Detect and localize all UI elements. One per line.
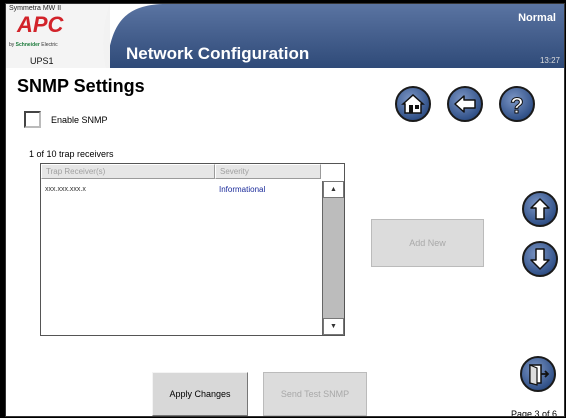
back-button[interactable]: [447, 86, 483, 122]
screen-frame: Symmetra MW II APC by Schneider Electric…: [5, 3, 565, 417]
clock: 13:27: [539, 56, 560, 65]
section-heading: SNMP Settings: [17, 76, 145, 96]
send-test-snmp-button[interactable]: Send Test SNMP: [263, 372, 367, 416]
help-button[interactable]: ?: [499, 86, 535, 122]
page-indicator: Page 3 of 6: [511, 409, 558, 417]
scroll-page-down-button[interactable]: [522, 241, 558, 277]
header-bar: Symmetra MW II APC by Schneider Electric…: [6, 4, 564, 68]
down-arrow-icon: [530, 248, 550, 270]
table-row[interactable]: xxx.xxx.xxx.x Informational: [41, 184, 321, 196]
column-header-receiver: Trap Receiver(s): [41, 164, 215, 179]
svg-text:APC: APC: [16, 12, 65, 36]
receiver-cell: xxx.xxx.xxx.x: [45, 186, 86, 193]
device-label: UPS1: [30, 56, 54, 66]
schneider-tagline: by Schneider Electric: [9, 42, 58, 48]
scroll-page-up-button[interactable]: [522, 191, 558, 227]
svg-text:?: ?: [510, 93, 523, 117]
scroll-up-button[interactable]: ▲: [323, 181, 344, 198]
home-icon: [401, 93, 425, 114]
severity-cell: Informational: [219, 185, 266, 194]
table-header: Trap Receiver(s) Severity: [41, 164, 321, 179]
scroll-down-button[interactable]: ▼: [323, 318, 344, 335]
up-arrow-icon: [530, 198, 550, 220]
enable-snmp-checkbox[interactable]: [24, 111, 41, 128]
table-scrollbar[interactable]: ▲ ▼: [322, 181, 344, 335]
enable-snmp-label: Enable SNMP: [51, 114, 108, 125]
page-title: Network Configuration: [126, 44, 310, 63]
exit-door-icon: [529, 364, 550, 386]
product-name: Symmetra MW II: [9, 5, 62, 12]
receiver-count: 1 of 10 trap receivers: [29, 149, 114, 159]
apply-changes-button[interactable]: Apply Changes: [152, 372, 248, 416]
exit-button[interactable]: [520, 356, 556, 392]
apc-logo: APC: [16, 12, 65, 36]
add-new-button[interactable]: Add New: [371, 219, 484, 267]
trap-receiver-table: Trap Receiver(s) Severity xxx.xxx.xxx.x …: [40, 163, 345, 336]
home-button[interactable]: [395, 86, 431, 122]
status-text: Normal: [518, 12, 556, 24]
help-icon: ?: [510, 93, 524, 118]
scroll-track[interactable]: [323, 198, 344, 318]
enable-snmp-row[interactable]: Enable SNMP: [24, 111, 108, 128]
back-arrow-icon: [454, 95, 476, 113]
column-header-severity: Severity: [215, 164, 321, 179]
